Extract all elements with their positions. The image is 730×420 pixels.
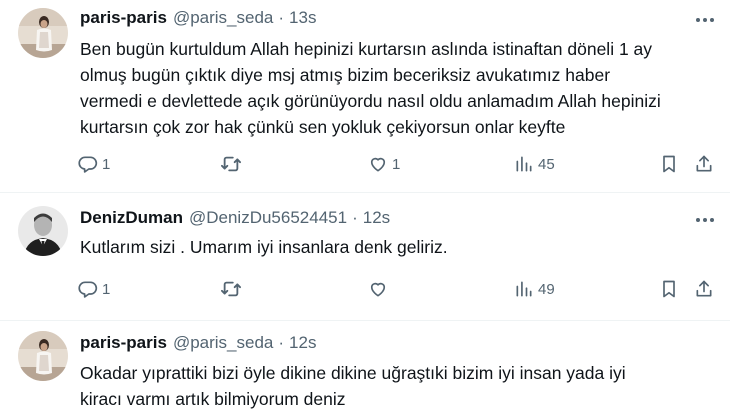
timestamp[interactable]: 12s [363,208,390,228]
timestamp[interactable]: 13s [289,8,316,28]
share-button[interactable] [694,151,714,177]
view-count: 45 [538,155,555,173]
bar-chart-icon [514,279,534,299]
separator-dot: · [278,8,285,27]
tweet-header: paris-paris @paris_seda · 13s [80,8,714,28]
avatar[interactable] [18,206,68,256]
views-button[interactable]: 49 [514,276,555,302]
display-name[interactable]: DenizDuman [80,208,183,228]
like-button[interactable]: 1 [368,151,400,177]
tweet[interactable]: DenizDuman @DenizDu56524451 · 12s Kutlar… [0,193,730,320]
avatar[interactable] [18,331,68,381]
retweet-arrows-icon [220,279,242,299]
bookmark-icon [660,279,678,299]
retweet-button[interactable] [220,151,246,177]
retweet-arrows-icon [220,154,242,174]
tweet-actions: 1 49 [78,276,720,302]
avatar-image [18,206,68,256]
tweet-text-line: kiracı varmı artık bilmiyorum deniz [80,389,346,409]
user-handle[interactable]: @DenizDu56524451 [189,208,347,228]
tweet-text: Ben bugün kurtuldum Allah hepinizi kurta… [80,36,710,140]
tweet-feed: paris-paris @paris_seda · 13s Ben bugün … [0,0,730,420]
tweet-actions: 1 1 45 [78,151,720,177]
tweet-text-line: Kutlarım sizi . Umarım iyi insanlara den… [80,237,448,257]
like-button[interactable] [368,276,392,302]
avatar-image [18,8,68,58]
more-dots-icon[interactable] [694,12,716,28]
comment-bubble-icon [78,279,98,299]
tweet-text-line: kurtarsın çok zor hak çünkü sen yokluk ç… [80,117,566,137]
tweet-text-line: Okadar yıprattiki bizi öyle dikine dikin… [80,363,626,383]
timestamp[interactable]: 12s [289,333,316,353]
share-upload-icon [694,154,714,174]
reply-button[interactable]: 1 [78,151,110,177]
views-button[interactable]: 45 [514,151,555,177]
tweet-text: Kutlarım sizi . Umarım iyi insanlara den… [80,234,710,260]
bookmark-button[interactable] [660,151,678,177]
tweet-text: Okadar yıprattiki bizi öyle dikine dikin… [80,360,710,412]
display-name[interactable]: paris-paris [80,333,167,353]
bar-chart-icon [514,154,534,174]
comment-bubble-icon [78,154,98,174]
bookmark-icon [660,154,678,174]
share-upload-icon [694,279,714,299]
display-name[interactable]: paris-paris [80,8,167,28]
reply-button[interactable]: 1 [78,276,110,302]
reply-count: 1 [102,280,111,298]
heart-icon [368,279,388,299]
tweet-header: DenizDuman @DenizDu56524451 · 12s [80,208,714,228]
tweet-header: paris-paris @paris_seda · 12s [80,333,714,353]
user-handle[interactable]: @paris_seda [173,8,273,28]
tweet[interactable]: paris-paris @paris_seda · 12s Okadar yıp… [0,321,730,420]
avatar-image [18,331,68,381]
separator-dot: · [278,333,285,352]
separator-dot: · [352,208,358,227]
like-count: 1 [392,155,401,173]
tweet-text-line: olmuş bugün çıktık diye msj atmış bizim … [80,65,611,85]
avatar[interactable] [18,8,68,58]
reply-count: 1 [102,155,111,173]
heart-icon [368,154,388,174]
tweet[interactable]: paris-paris @paris_seda · 13s Ben bugün … [0,0,730,192]
tweet-text-line: vermedi e devlettede açık görünüyordu na… [80,91,661,111]
tweet-text-line: Ben bugün kurtuldum Allah hepinizi kurta… [80,39,653,59]
retweet-button[interactable] [220,276,246,302]
bookmark-button[interactable] [660,276,678,302]
user-handle[interactable]: @paris_seda [173,333,273,353]
view-count: 49 [538,280,555,298]
share-button[interactable] [694,276,714,302]
more-dots-icon[interactable] [694,212,716,228]
